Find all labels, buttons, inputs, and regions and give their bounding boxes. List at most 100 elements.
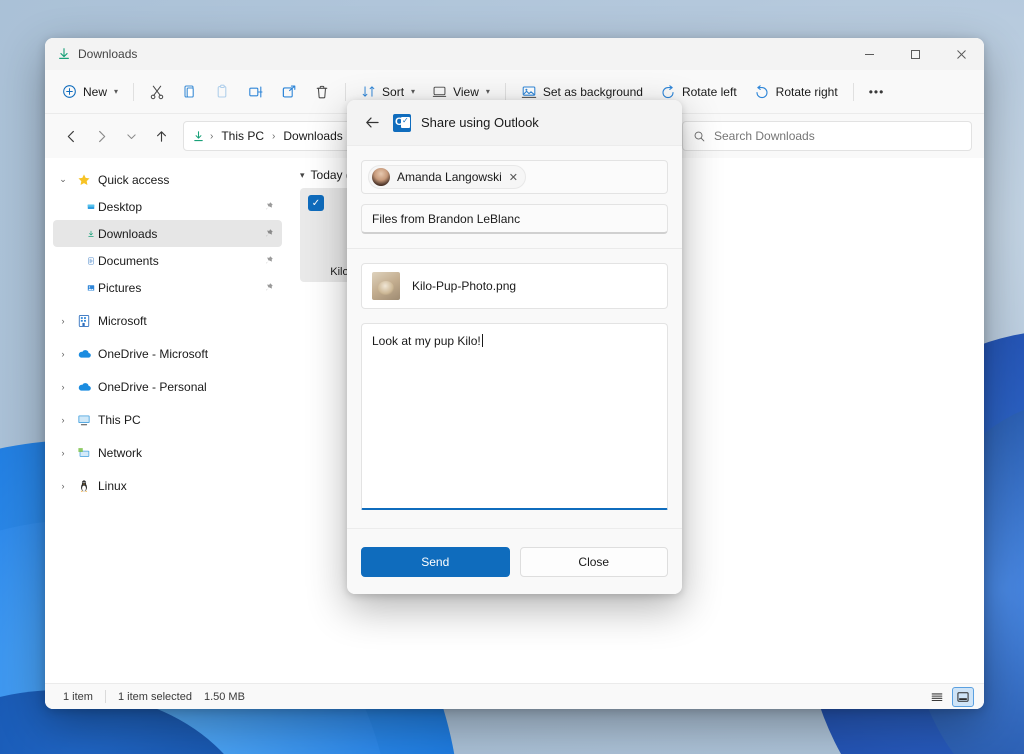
linux-penguin-icon: [73, 479, 95, 493]
plus-circle-icon: [62, 84, 77, 99]
chevron-down-icon: ▾: [411, 87, 415, 96]
breadcrumb-downloads[interactable]: Downloads: [280, 128, 345, 144]
window-title: Downloads: [78, 47, 137, 61]
sidebar-item-onedrive-microsoft[interactable]: › OneDrive - Microsoft: [53, 340, 282, 367]
close-button[interactable]: [938, 38, 984, 70]
sidebar-item-documents[interactable]: Documents: [53, 247, 282, 274]
pictures-icon: [73, 281, 95, 295]
pin-icon[interactable]: [263, 255, 274, 266]
title-bar[interactable]: Downloads: [45, 38, 984, 70]
toolbar-divider: [133, 83, 134, 101]
message-value: Look at my pup Kilo!: [372, 334, 481, 348]
sidebar-item-label: This PC: [98, 413, 141, 427]
paste-button[interactable]: [207, 77, 239, 107]
status-selection: 1 item selected: [106, 691, 204, 703]
chevron-right-icon[interactable]: ›: [53, 481, 73, 491]
downloads-icon: [73, 227, 95, 241]
onedrive-cloud-icon: [73, 346, 95, 361]
attachment-name: Kilo-Pup-Photo.png: [412, 279, 516, 293]
text-cursor: [482, 334, 483, 347]
minimize-button[interactable]: [846, 38, 892, 70]
close-button[interactable]: Close: [520, 547, 669, 577]
rotate-left-label: Rotate left: [682, 85, 737, 99]
message-section: Look at my pup Kilo!: [347, 309, 682, 528]
recipient-chip[interactable]: Amanda Langowski ✕: [368, 165, 526, 189]
toolbar-divider-2: [345, 83, 346, 101]
sidebar-item-label: Desktop: [98, 200, 142, 214]
new-button-label: New: [83, 85, 107, 99]
paste-icon: [215, 84, 231, 100]
sidebar-item-quick-access[interactable]: ⌄ Quick access: [53, 166, 282, 193]
sidebar-item-onedrive-personal[interactable]: › OneDrive - Personal: [53, 373, 282, 400]
rotate-right-label: Rotate right: [776, 85, 838, 99]
delete-button[interactable]: [306, 77, 338, 107]
chevron-down-icon[interactable]: ⌄: [53, 174, 73, 185]
copy-button[interactable]: [174, 77, 206, 107]
chevron-right-icon[interactable]: ›: [53, 349, 73, 359]
pin-icon[interactable]: [263, 201, 274, 212]
dialog-header: O Share using Outlook: [347, 100, 682, 146]
view-button-label: View: [453, 85, 479, 99]
toolbar-divider-4: [853, 83, 854, 101]
chevron-right-icon[interactable]: ›: [53, 415, 73, 425]
sidebar-item-microsoft[interactable]: › Microsoft: [53, 307, 282, 334]
sidebar-item-this-pc[interactable]: › This PC: [53, 406, 282, 433]
recipients-section: Amanda Langowski ✕: [347, 146, 682, 194]
status-bar: 1 item 1 item selected 1.50 MB: [45, 683, 984, 709]
desktop-icon: [73, 200, 95, 214]
attachment-item[interactable]: Kilo-Pup-Photo.png: [361, 263, 668, 309]
rotate-right-button[interactable]: Rotate right: [746, 77, 846, 107]
pin-icon[interactable]: [263, 282, 274, 293]
attachment-section: Kilo-Pup-Photo.png: [347, 249, 682, 309]
back-button[interactable]: [57, 122, 85, 150]
chevron-right-icon[interactable]: ›: [53, 382, 73, 392]
dialog-footer: Send Close: [347, 528, 682, 594]
sidebar-item-label: OneDrive - Personal: [98, 380, 207, 394]
chevron-right-icon[interactable]: ›: [53, 448, 73, 458]
share-button[interactable]: [273, 77, 305, 107]
message-input[interactable]: Look at my pup Kilo!: [361, 323, 668, 510]
sidebar-item-label: Documents: [98, 254, 159, 268]
list-view-icon[interactable]: [926, 687, 948, 707]
sidebar-item-downloads[interactable]: Downloads: [53, 220, 282, 247]
title-bar-left: Downloads: [45, 47, 137, 61]
more-options-button[interactable]: •••: [861, 77, 893, 107]
breadcrumb-this-pc[interactable]: This PC: [218, 128, 267, 144]
up-button[interactable]: [147, 122, 175, 150]
new-button[interactable]: New ▾: [54, 77, 126, 107]
rename-icon: [248, 84, 264, 100]
selection-checkbox[interactable]: ✓: [308, 195, 324, 211]
pin-icon[interactable]: [263, 228, 274, 239]
sidebar-item-pictures[interactable]: Pictures: [53, 274, 282, 301]
delete-icon: [314, 84, 330, 100]
recent-locations-button[interactable]: [117, 122, 145, 150]
rename-button[interactable]: [240, 77, 272, 107]
search-input[interactable]: Search Downloads: [682, 121, 972, 151]
documents-icon: [73, 254, 95, 268]
ellipsis-icon: •••: [869, 85, 885, 99]
breadcrumb-separator-2: ›: [272, 131, 275, 142]
subject-section: Files from Brandon LeBlanc: [347, 194, 682, 234]
sidebar-item-label: Downloads: [98, 227, 157, 241]
chevron-right-icon[interactable]: ›: [53, 316, 73, 326]
large-icons-view-icon[interactable]: [952, 687, 974, 707]
toolbar-divider-3: [505, 83, 506, 101]
set-as-background-label: Set as background: [543, 85, 643, 99]
subject-input[interactable]: Files from Brandon LeBlanc: [361, 204, 668, 234]
remove-recipient-icon[interactable]: ✕: [509, 171, 518, 184]
sidebar-item-label: OneDrive - Microsoft: [98, 347, 208, 361]
forward-button[interactable]: [87, 122, 115, 150]
this-pc-icon: [73, 413, 95, 427]
recipients-field[interactable]: Amanda Langowski ✕: [361, 160, 668, 194]
breadcrumb-separator: ›: [210, 131, 213, 142]
sidebar-item-linux[interactable]: › Linux: [53, 472, 282, 499]
maximize-button[interactable]: [892, 38, 938, 70]
sidebar-item-desktop[interactable]: Desktop: [53, 193, 282, 220]
back-arrow-icon[interactable]: [361, 112, 383, 134]
sidebar-item-label: Network: [98, 446, 142, 460]
cut-button[interactable]: [141, 77, 173, 107]
send-button[interactable]: Send: [361, 547, 510, 577]
chevron-down-icon[interactable]: ▾: [300, 170, 305, 181]
sidebar-item-label: Quick access: [98, 173, 169, 187]
sidebar-item-network[interactable]: › Network: [53, 439, 282, 466]
